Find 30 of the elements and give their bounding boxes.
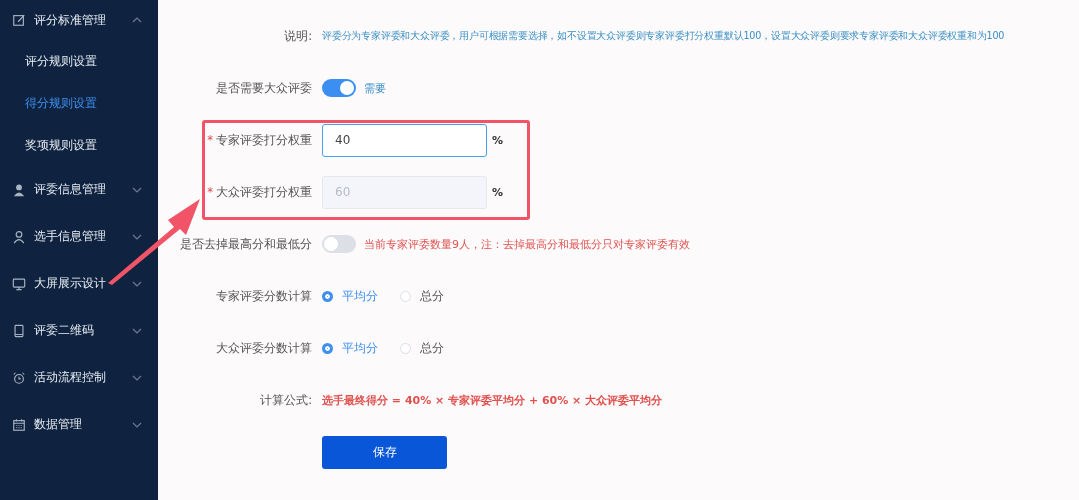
field-label: 说明: (284, 28, 312, 43)
percent-suffix: % (492, 133, 504, 147)
menu-item[interactable]: 选手信息管理 (0, 213, 158, 260)
menu-item[interactable]: 评委二维码 (0, 307, 158, 354)
save-button[interactable]: 保存 (322, 435, 447, 469)
menu-item[interactable]: 大屏展示设计 (0, 260, 158, 307)
submenu-item[interactable]: 奖项规则设置 (25, 136, 97, 154)
percent-suffix: % (492, 185, 504, 199)
required-mark: * (207, 184, 213, 199)
warning-text: 当前专家评委数量9人，注：去掉最高分和最低分只对专家评委有效 (364, 236, 690, 252)
menu-item[interactable]: 评委信息管理 (0, 166, 158, 213)
explanation-text: 评委分为专家评委和大众评委，用户可根据需要选择，如不设置大众评委则专家评委打分权重默认100，设置大众评委则要求专家评委和大众评委权重和为100 (322, 29, 1005, 43)
menu-item[interactable]: 活动流程控制 (0, 354, 158, 401)
field-label: 是否去掉最高分和最低分 (180, 236, 312, 251)
formula-text: 选手最终得分 = 40% × 专家评委平均分 + 60% × 大众评委平均分 (322, 392, 663, 408)
field-label: 专家评委打分权重 (216, 132, 312, 147)
field-label: 是否需要大众评委 (216, 80, 312, 95)
weight-input[interactable]: 40 (322, 123, 487, 157)
field-label: 专家评委分数计算 (216, 288, 312, 303)
field-label: 大众评委打分权重 (216, 184, 312, 199)
field-label: 计算公式: (260, 392, 312, 407)
switch-text: 需要 (364, 80, 386, 96)
required-mark: * (207, 132, 213, 147)
field-label: 大众评委分数计算 (216, 340, 312, 355)
menu-item[interactable]: 评分标准管理 (0, 0, 158, 40)
radio-option[interactable]: 总分 (400, 288, 444, 304)
menu-item[interactable]: 数据管理 (0, 401, 158, 448)
radio-option[interactable]: 总分 (400, 340, 444, 356)
submenu-item[interactable]: 评分规则设置 (25, 52, 97, 70)
submenu-item[interactable]: 得分规则设置 (25, 94, 97, 112)
